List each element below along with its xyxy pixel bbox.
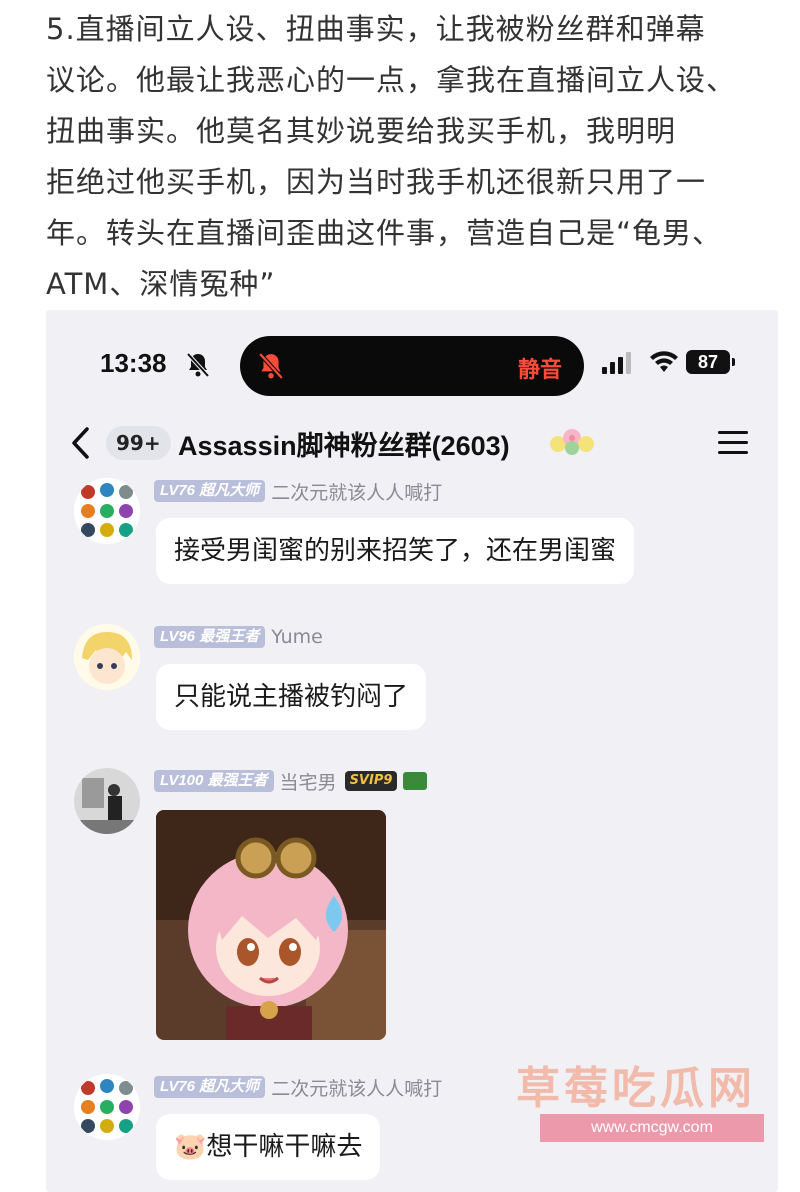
message-bubble[interactable]: 接受男闺蜜的别来招笑了，还在男闺蜜 <box>156 518 635 584</box>
member-badge-icon <box>403 772 428 790</box>
post-line: 5.直播间立人设、扭曲事实，让我被粉丝群和弹幕 <box>46 12 706 46</box>
message-bubble[interactable]: 🐷想干嘛干嘛去 <box>156 1114 381 1180</box>
level-badge: LV76 超凡大师 <box>154 1076 266 1098</box>
watermark-url: www.cmcgw.com <box>540 1114 764 1142</box>
bell-muted-icon <box>186 352 210 382</box>
nickname[interactable]: 二次元就该人人喊打 <box>271 1074 442 1101</box>
status-time: 13:38 <box>100 348 167 378</box>
avatar[interactable] <box>74 478 140 544</box>
anime-sticker-image[interactable] <box>156 810 386 1040</box>
status-bar: 13:38 静音 87 <box>46 310 778 410</box>
avatar[interactable] <box>74 768 140 834</box>
post-line: 扭曲事实。他莫名其妙说要给我买手机，我明明 <box>46 114 677 148</box>
post-text: 5.直播间立人设、扭曲事实，让我被粉丝群和弹幕 议论。他最让我恶心的一点，拿我在… <box>46 4 766 310</box>
post-line: ATM、深情冤种” <box>46 267 276 301</box>
group-title: Assassin脚神粉丝群(2603) <box>178 431 510 461</box>
message-meta: LV96 最强王者 Yume <box>154 624 323 650</box>
watermark-text: 草莓吃瓜网 <box>516 1063 756 1114</box>
chat-header: 99+ Assassin脚神粉丝群(2603) <box>46 410 778 476</box>
avatar[interactable] <box>74 624 140 690</box>
post-line: 议论。他最让我恶心的一点，拿我在直播间立人设、 <box>46 63 737 97</box>
nickname[interactable]: 二次元就该人人喊打 <box>271 478 442 505</box>
nickname[interactable]: Yume <box>271 626 323 648</box>
wifi-icon <box>649 350 679 378</box>
back-chevron-icon[interactable] <box>70 426 90 464</box>
battery-indicator: 87 <box>686 350 730 374</box>
battery-tip <box>732 358 735 366</box>
bell-muted-icon <box>258 352 284 384</box>
message-meta: LV100 最强王者 当宅男 SVIP9 <box>154 768 428 795</box>
level-badge: LV96 最强王者 <box>154 626 266 648</box>
mute-label: 静音 <box>517 358 562 383</box>
message-bubble[interactable]: 只能说主播被钓闷了 <box>156 664 427 730</box>
dynamic-island: 静音 <box>240 336 584 396</box>
avatar[interactable] <box>74 1074 140 1140</box>
unread-badge[interactable]: 99+ <box>106 426 171 460</box>
nickname[interactable]: 当宅男 <box>280 768 337 795</box>
svip-badge: SVIP9 <box>344 771 398 791</box>
post-line: 拒绝过他买手机，因为当时我手机还很新只用了一 <box>46 165 707 199</box>
menu-icon[interactable] <box>718 430 748 460</box>
level-badge: LV100 最强王者 <box>154 770 274 792</box>
post-line: 年。转头在直播间歪曲这件事，营造自己是“龟男、 <box>46 216 723 250</box>
flower-icon <box>546 424 602 462</box>
message-meta: LV76 超凡大师 二次元就该人人喊打 <box>154 478 442 504</box>
message-meta: LV76 超凡大师 二次元就该人人喊打 <box>154 1074 442 1100</box>
signal-icon <box>602 352 632 378</box>
level-badge: LV76 超凡大师 <box>154 480 266 502</box>
